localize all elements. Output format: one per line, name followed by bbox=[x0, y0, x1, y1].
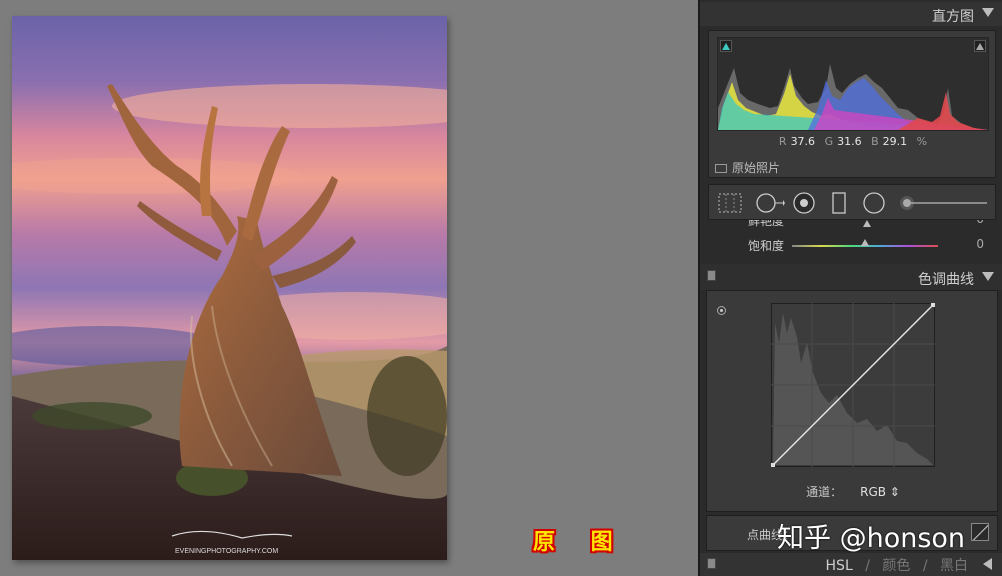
b-label: B bbox=[871, 135, 879, 148]
vibrance-thumb[interactable] bbox=[863, 220, 871, 227]
channel-value[interactable]: RGB ⇕ bbox=[860, 485, 900, 499]
saturation-thumb[interactable] bbox=[861, 239, 869, 246]
separator: / bbox=[922, 558, 928, 574]
tone-curve-panel: 通道： RGB ⇕ bbox=[706, 290, 998, 512]
shadow-clipping-toggle-icon[interactable] bbox=[720, 40, 732, 52]
tone-curve-graph[interactable] bbox=[771, 303, 935, 467]
b-value: 29.1 bbox=[882, 135, 908, 148]
tone-curve-header[interactable]: 色调曲线 bbox=[700, 264, 1002, 290]
g-label: G bbox=[824, 135, 834, 148]
zhihu-watermark: 知乎 @honson bbox=[777, 523, 966, 554]
saturation-label: 饱和度 bbox=[747, 239, 784, 253]
graduated-filter-icon[interactable] bbox=[831, 191, 847, 215]
spot-removal-icon[interactable] bbox=[755, 191, 785, 215]
vibrance-slider-row[interactable]: 鲜艳度 0 bbox=[700, 220, 1002, 230]
point-curve-row: 点曲线： 知乎 @honson bbox=[706, 515, 998, 554]
r-value: 37.6 bbox=[790, 135, 816, 148]
checkbox-icon[interactable] bbox=[715, 164, 727, 173]
target-adjustment-icon[interactable] bbox=[717, 306, 726, 315]
vibrance-value: 0 bbox=[976, 220, 984, 226]
expand-triangle-icon[interactable] bbox=[983, 558, 992, 570]
highlight-clipping-toggle-icon[interactable] bbox=[974, 40, 986, 52]
tab-hsl[interactable]: HSL bbox=[826, 558, 853, 574]
original-photo-label: 原始照片 bbox=[732, 161, 781, 175]
radial-filter-icon[interactable] bbox=[861, 191, 887, 215]
histogram-graph[interactable] bbox=[717, 37, 989, 131]
channel-selector[interactable]: 通道： RGB ⇕ bbox=[707, 483, 999, 500]
collapse-triangle-icon[interactable] bbox=[982, 272, 994, 281]
percent-unit: % bbox=[916, 135, 928, 148]
collapse-triangle-icon[interactable] bbox=[982, 8, 994, 17]
saturation-slider-row[interactable]: 饱和度 0 bbox=[700, 236, 1002, 254]
separator: / bbox=[865, 558, 870, 574]
tone-curve-title: 色调曲线 bbox=[918, 272, 974, 288]
panel-switch-icon[interactable] bbox=[707, 558, 716, 569]
tab-black-white[interactable]: 黑白 bbox=[940, 558, 968, 574]
bristlecone-pine-photo: EVENINGPHOTOGRAPHY.COM bbox=[12, 16, 447, 560]
hsl-color-bw-header[interactable]: HSL / 颜色 / 黑白 bbox=[700, 553, 1002, 576]
original-photo-toggle[interactable]: 原始照片 bbox=[715, 159, 780, 176]
histogram-header[interactable]: 直方图 bbox=[700, 2, 1002, 26]
adjustment-brush-icon[interactable] bbox=[897, 191, 989, 215]
channel-label: 通道： bbox=[806, 485, 843, 499]
photo-preview[interactable]: EVENINGPHOTOGRAPHY.COM bbox=[12, 16, 447, 560]
photo-signature-text: EVENINGPHOTOGRAPHY.COM bbox=[175, 548, 278, 555]
photo-canvas: EVENINGPHOTOGRAPHY.COM 原 图 bbox=[0, 0, 698, 576]
linear-curve-icon[interactable] bbox=[971, 523, 989, 541]
tool-strip bbox=[708, 184, 996, 220]
histogram-chart bbox=[718, 64, 988, 130]
histogram-panel: R 37.6 G 31.6 B 29.1 % 原始照片 bbox=[708, 30, 996, 178]
original-image-caption: 原 图 bbox=[533, 530, 627, 555]
panel-switch-icon[interactable] bbox=[707, 270, 716, 281]
crop-overlay-icon[interactable] bbox=[717, 191, 743, 215]
g-value: 31.6 bbox=[837, 135, 862, 148]
red-eye-icon[interactable] bbox=[791, 191, 817, 215]
r-label: R bbox=[778, 135, 787, 148]
tab-color[interactable]: 颜色 bbox=[882, 558, 910, 574]
vibrance-label: 鲜艳度 bbox=[747, 220, 784, 228]
rgb-readout: R 37.6 G 31.6 B 29.1 % bbox=[709, 135, 997, 148]
saturation-value: 0 bbox=[976, 237, 984, 251]
histogram-title: 直方图 bbox=[932, 9, 974, 25]
develop-right-panel: 直方图 R 37.6 G 31.6 B 29.1 % 原始照片 鲜艳度 饱和度 … bbox=[698, 0, 1002, 576]
